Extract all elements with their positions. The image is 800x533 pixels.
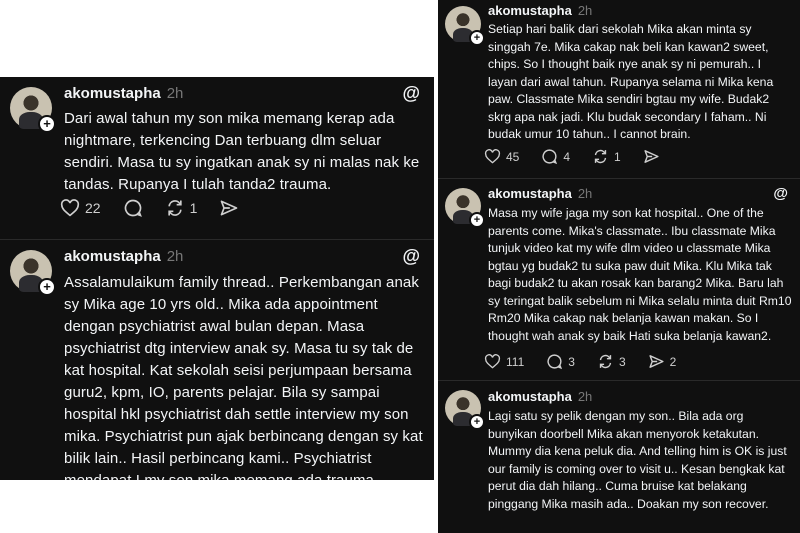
like-count: 45 — [506, 149, 520, 164]
username[interactable]: akomustapha — [488, 389, 572, 404]
avatar[interactable]: + — [445, 6, 485, 46]
share-count: 2 — [669, 354, 677, 369]
left-thread-panel: + akomustapha 2h @ Dari awal tahun my son… — [0, 77, 434, 480]
post-text: Assalamulaikum family thread.. Perkemban… — [64, 274, 423, 480]
avatar[interactable]: + — [10, 87, 56, 133]
follow-plus-icon[interactable]: + — [469, 30, 485, 46]
heart-icon — [484, 354, 501, 369]
post-text: Setiap hari balik dari sekolah Mika akan… — [488, 22, 774, 141]
thread-post: + akomustapha 2h Lagi satu sy pelik denga… — [438, 382, 800, 533]
post-actions: 45 4 1 — [484, 148, 682, 165]
post-author[interactable]: akomustapha 2h — [488, 389, 592, 404]
heart-icon — [60, 199, 80, 217]
post-divider — [438, 178, 800, 179]
repost-button[interactable]: 1 — [165, 198, 198, 218]
send-icon — [649, 355, 664, 368]
username[interactable]: akomustapha — [64, 248, 161, 265]
post-time: 2h — [577, 389, 593, 404]
follow-plus-icon[interactable]: + — [469, 414, 485, 430]
share-button[interactable]: 2 — [648, 353, 677, 370]
follow-plus-icon[interactable]: + — [38, 278, 56, 296]
like-button[interactable]: 111 — [484, 354, 524, 369]
comment-bubble-icon — [124, 199, 142, 217]
post-time: 2h — [166, 85, 184, 102]
post-actions: 111 3 3 2 — [484, 353, 698, 370]
post-author[interactable]: akomustapha 2h — [488, 3, 592, 18]
avatar[interactable]: + — [10, 250, 56, 296]
reply-count: 4 — [563, 149, 571, 164]
threads-logo-icon: @ — [402, 246, 420, 266]
thread-post: + akomustapha 2h @ Masa my wife jaga my s… — [438, 182, 800, 378]
like-button[interactable]: 22 — [60, 199, 101, 217]
avatar[interactable]: + — [445, 188, 485, 228]
post-text: Lagi satu sy pelik dengan my son.. Bila … — [488, 409, 787, 511]
heart-icon — [484, 149, 501, 164]
share-button[interactable] — [219, 198, 239, 218]
thread-post: + akomustapha 2h @ Assalamulaikum family … — [0, 240, 434, 480]
comment-bubble-icon — [547, 354, 563, 370]
reply-count: 3 — [568, 354, 575, 369]
right-thread-panel: + akomustapha 2h Setiap hari balik dari s… — [438, 0, 800, 533]
post-author[interactable]: akomustapha 2h — [64, 85, 183, 102]
username[interactable]: akomustapha — [488, 3, 572, 18]
thread-post: + akomustapha 2h @ Dari awal tahun my son… — [0, 77, 434, 237]
repost-count: 1 — [189, 200, 198, 216]
post-text: Masa my wife jaga my son kat hospital.. … — [488, 206, 792, 343]
reply-button[interactable] — [123, 198, 143, 218]
reply-button[interactable]: 3 — [546, 353, 575, 370]
like-count: 111 — [506, 354, 525, 369]
post-text: Dari awal tahun my son mika memang kerap… — [64, 110, 420, 193]
like-count: 22 — [85, 200, 101, 216]
threads-logo-icon: @ — [773, 185, 788, 202]
send-icon — [221, 200, 238, 216]
share-button[interactable] — [643, 148, 660, 165]
post-author[interactable]: akomustapha 2h — [488, 186, 592, 201]
send-icon — [644, 150, 659, 163]
repost-button[interactable]: 3 — [597, 353, 626, 370]
threads-logo-icon: @ — [402, 83, 420, 103]
post-time: 2h — [577, 186, 593, 201]
comment-bubble-icon — [542, 149, 558, 165]
repost-count: 3 — [618, 354, 626, 369]
repost-icon — [599, 354, 612, 369]
repost-button[interactable]: 1 — [592, 148, 621, 165]
post-time: 2h — [577, 3, 593, 18]
post-actions: 22 1 — [60, 198, 261, 218]
post-divider — [438, 380, 800, 381]
username[interactable]: akomustapha — [64, 85, 161, 102]
username[interactable]: akomustapha — [488, 186, 572, 201]
like-button[interactable]: 45 — [484, 149, 519, 164]
repost-icon — [594, 149, 607, 164]
post-time: 2h — [166, 248, 184, 265]
repost-count: 1 — [614, 149, 621, 164]
follow-plus-icon[interactable]: + — [38, 115, 56, 133]
repost-icon — [167, 200, 182, 216]
avatar[interactable]: + — [445, 390, 485, 430]
post-author[interactable]: akomustapha 2h — [64, 248, 183, 265]
reply-button[interactable]: 4 — [541, 148, 570, 165]
follow-plus-icon[interactable]: + — [469, 212, 485, 228]
thread-post: + akomustapha 2h Setiap hari balik dari s… — [438, 0, 800, 176]
